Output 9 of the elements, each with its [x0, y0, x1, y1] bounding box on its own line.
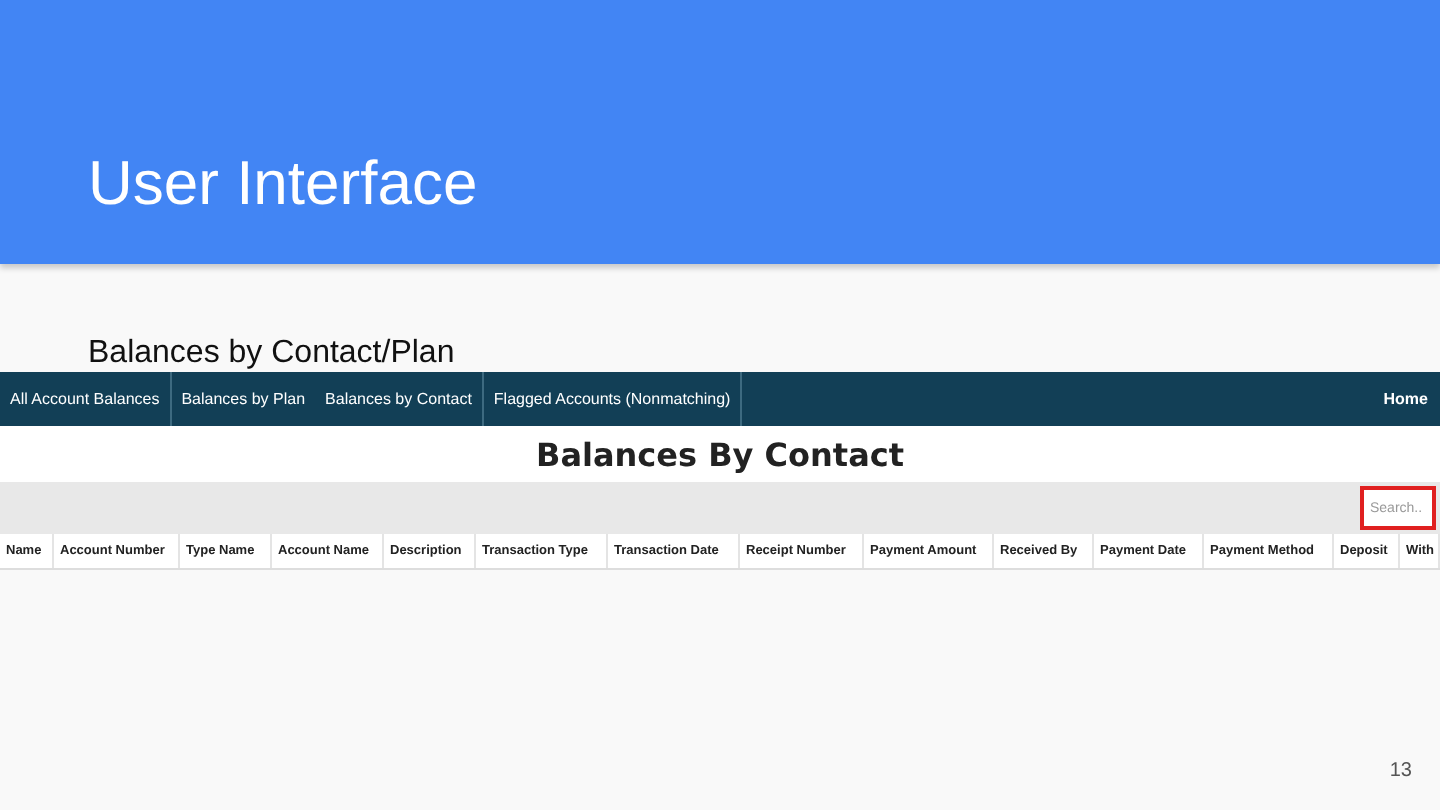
home-link[interactable]: Home [1371, 372, 1440, 426]
page-heading: Balances By Contact [536, 435, 904, 473]
slide-title: User Interface [88, 148, 478, 220]
nav-link[interactable]: Balances by Contact [315, 372, 484, 426]
nav-link[interactable]: Balances by Plan [171, 372, 316, 426]
slide-subtitle: Balances by Contact/Plan [88, 336, 457, 372]
nav-link[interactable]: All Account Balances [0, 372, 172, 426]
page-number: 13 [1389, 760, 1412, 782]
nav-link[interactable]: Flagged Accounts (Nonmatching) [483, 372, 743, 426]
